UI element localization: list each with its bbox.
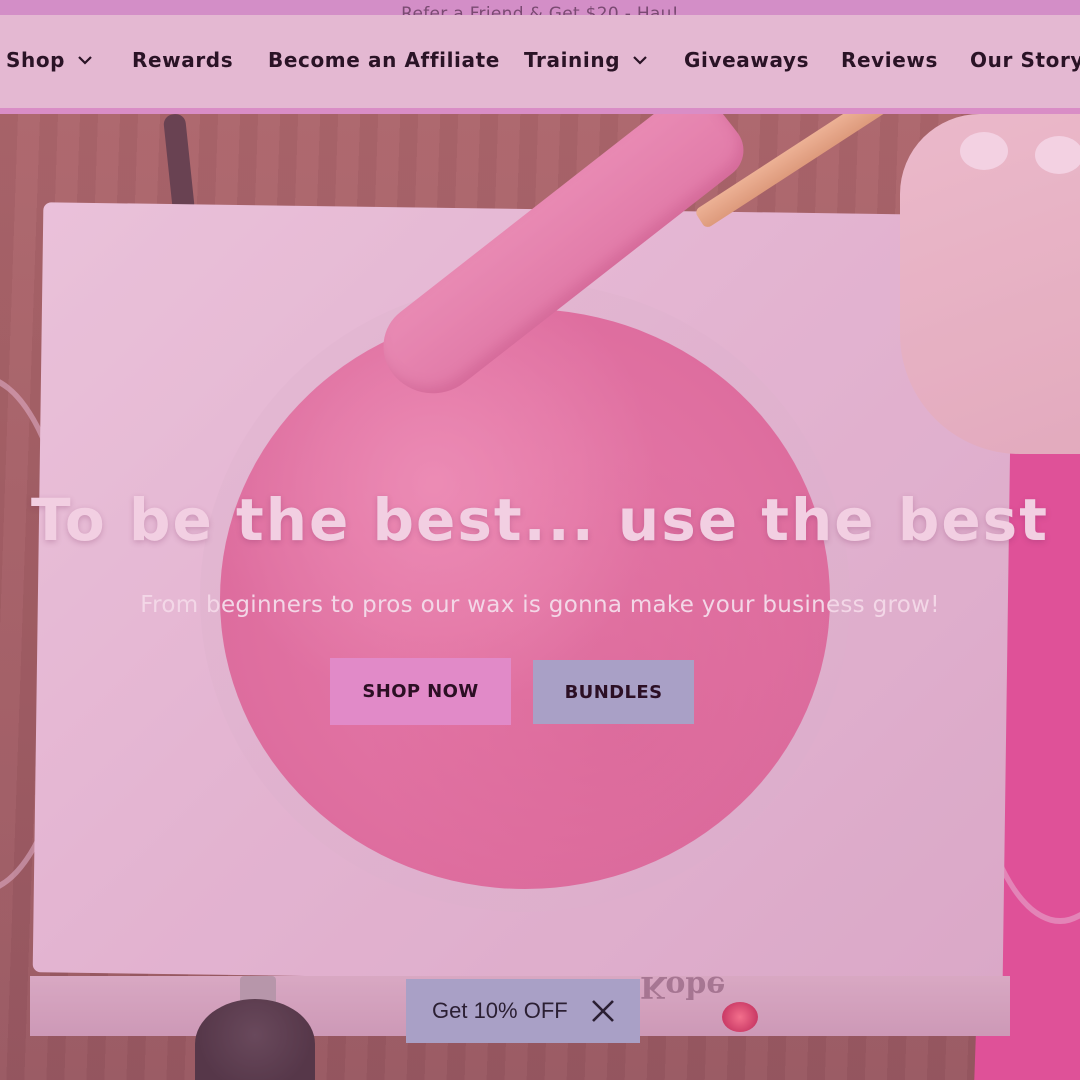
nav-item-rewards[interactable]: Rewards xyxy=(132,48,233,72)
nav-item-our-story[interactable]: Our Story xyxy=(970,48,1080,72)
chevron-down-icon xyxy=(78,56,92,65)
main-nav: Shop Rewards Become an Affiliate Trainin… xyxy=(0,15,1080,114)
nav-item-label: Our Story xyxy=(970,48,1080,72)
discount-label: Get 10% OFF xyxy=(432,998,568,1023)
hero-headline: To be the best... use the best xyxy=(31,486,1049,554)
nav-item-label: Training xyxy=(524,48,621,72)
nav-item-label: Become an Affiliate xyxy=(268,48,500,72)
nav-item-label: Shop xyxy=(6,48,66,72)
nav-item-label: Giveaways xyxy=(684,48,810,72)
nav-item-giveaways[interactable]: Giveaways xyxy=(684,48,809,72)
nav-item-label: Reviews xyxy=(841,48,939,72)
hero-subheadline: From beginners to pros our wax is gonna … xyxy=(140,592,940,618)
announcement-text[interactable]: Refer a Friend & Get $20 - Hau! xyxy=(401,4,679,15)
nav-item-label: Rewards xyxy=(132,48,234,72)
shop-now-button[interactable]: SHOP NOW xyxy=(330,658,511,725)
nav-item-affiliate[interactable]: Become an Affiliate xyxy=(268,48,500,72)
bundles-button[interactable]: BUNDLES xyxy=(533,660,694,724)
discount-tab[interactable]: Get 10% OFF xyxy=(406,979,640,1043)
close-icon[interactable] xyxy=(589,997,617,1025)
nav-item-training[interactable]: Training xyxy=(524,48,648,72)
nav-item-shop[interactable]: Shop xyxy=(6,48,93,72)
nav-item-reviews[interactable]: Reviews xyxy=(841,48,938,72)
announcement-bar[interactable]: Refer a Friend & Get $20 - Hau! xyxy=(0,0,1080,15)
chevron-down-icon xyxy=(633,56,647,65)
